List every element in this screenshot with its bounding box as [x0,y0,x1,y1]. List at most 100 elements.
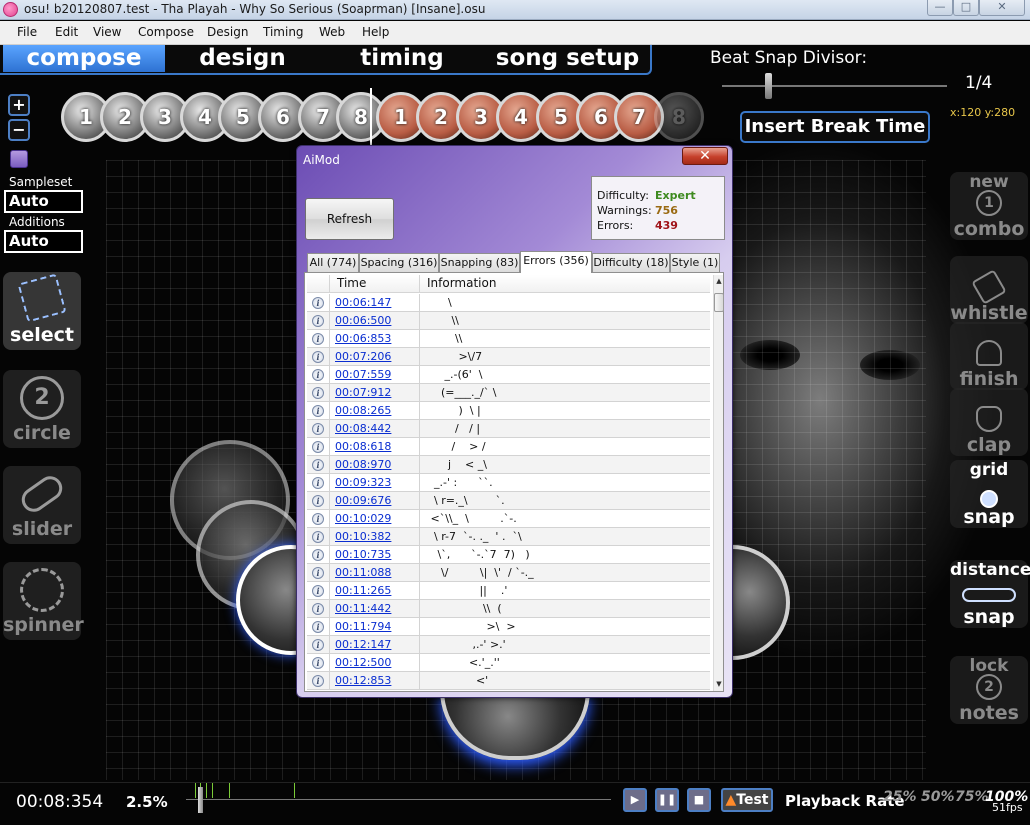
beat-snap-slider-track[interactable] [722,85,947,87]
song-progress-track[interactable] [186,799,611,800]
toggle-finish[interactable]: finish [950,322,1028,390]
table-row[interactable]: i 00:08:970 j < _\ [307,456,710,474]
tool-slider[interactable]: slider [3,466,81,544]
table-row[interactable]: i 00:11:265 || .' [307,582,710,600]
menu-compose[interactable]: Compose [138,25,194,39]
tab-difficulty[interactable]: Difficulty (18) [592,253,670,272]
refresh-button[interactable]: Refresh [305,198,394,240]
tab-spacing[interactable]: Spacing (316) [359,253,439,272]
test-button[interactable]: ▲Test [721,788,773,812]
row-time-link[interactable]: 00:12:147 [335,638,391,651]
toggle-whistle[interactable]: whistle [950,256,1028,324]
sampleset-dropdown[interactable]: Auto [4,190,83,213]
tab-compose[interactable]: compose [3,45,165,72]
song-progress-thumb[interactable] [197,787,203,813]
tab-snapping[interactable]: Snapping (83) [439,253,520,272]
table-row[interactable]: i 00:10:029 <`\\_ \ .`-. [307,510,710,528]
row-time-link[interactable]: 00:12:853 [335,674,391,687]
row-time-link[interactable]: 00:10:382 [335,530,391,543]
table-row[interactable]: i 00:06:147 \ [307,294,710,312]
row-time-link[interactable]: 00:11:442 [335,602,391,615]
table-row[interactable]: i 00:10:382 \ r-7 `-. ._ ' . `\ [307,528,710,546]
table-row[interactable]: i 00:11:088 \/ \| \' / `-._ [307,564,710,582]
toggle-lock-notes[interactable]: lock 2 notes [950,656,1028,724]
row-time-link[interactable]: 00:09:323 [335,476,391,489]
row-time-link[interactable]: 00:06:500 [335,314,391,327]
tab-song-setup[interactable]: song setup [485,45,650,72]
row-time-link[interactable]: 00:11:265 [335,584,391,597]
row-time-link[interactable]: 00:10:029 [335,512,391,525]
tab-timing[interactable]: timing [322,45,482,72]
row-time-link[interactable]: 00:06:147 [335,296,391,309]
close-window-button[interactable]: ✕ [979,0,1025,16]
row-time-link[interactable]: 00:07:206 [335,350,391,363]
beat-snap-slider-thumb[interactable] [765,73,772,99]
column-header-information[interactable]: Information [427,276,496,290]
insert-break-time-button[interactable]: Insert Break Time [740,111,930,143]
tool-spinner[interactable]: spinner [3,562,84,640]
menu-design[interactable]: Design [207,25,248,39]
menu-edit[interactable]: Edit [55,25,78,39]
row-time-link[interactable]: 00:06:853 [335,332,391,345]
toggle-distance-snap[interactable]: distance snap [950,560,1030,628]
table-row[interactable]: i 00:07:912 (=___._/` \ [307,384,710,402]
maximize-button[interactable]: □ [953,0,979,16]
additions-dropdown[interactable]: Auto [4,230,83,253]
row-time-link[interactable]: 00:07:559 [335,368,391,381]
table-row[interactable]: i 00:09:323 _.-' : ``. [307,474,710,492]
table-row[interactable]: i 00:12:853 <' [307,672,710,690]
table-row[interactable]: i 00:06:500 \\ [307,312,710,330]
pause-button[interactable]: ❚❚ [655,788,679,812]
row-time-link[interactable]: 00:08:618 [335,440,391,453]
toggle-grid-snap[interactable]: grid snap [950,460,1028,528]
play-button[interactable]: ▶ [623,788,647,812]
row-time-link[interactable]: 00:07:912 [335,386,391,399]
toggle-new-combo[interactable]: new 1 combo [950,172,1028,240]
table-row[interactable]: i 00:12:147 ,.-' >.' [307,636,710,654]
table-row[interactable]: i 00:06:853 \\ [307,330,710,348]
toggle-clap[interactable]: clap [950,388,1028,456]
stop-button[interactable]: ■ [687,788,711,812]
menu-timing[interactable]: Timing [263,25,304,39]
row-time-link[interactable]: 00:08:265 [335,404,391,417]
table-row[interactable]: i 00:09:676 \ r=._\ `. [307,492,710,510]
tool-circle[interactable]: 2 circle [3,370,81,448]
table-row[interactable]: i 00:11:442 \\ ( [307,600,710,618]
tab-style[interactable]: Style (1) [670,253,720,272]
row-time-link[interactable]: 00:10:735 [335,548,391,561]
playback-rate-25[interactable]: 25% [883,789,917,805]
hitobject-list-toggle-button[interactable] [10,150,28,168]
zoom-in-button[interactable]: + [8,94,30,116]
menu-help[interactable]: Help [362,25,389,39]
playback-rate-50[interactable]: 50% [921,789,955,805]
table-row[interactable]: i 00:12:500 <.'_.'' [307,654,710,672]
row-time-link[interactable]: 00:12:500 [335,656,391,669]
table-row[interactable]: i 00:07:206 >\/7 [307,348,710,366]
table-row[interactable]: i 00:11:794 >\ > [307,618,710,636]
table-row[interactable]: i 00:10:735 \`, `-.`7 7) ) [307,546,710,564]
issues-scrollbar[interactable]: ▲ ▼ [713,275,724,691]
scroll-up-icon[interactable]: ▲ [715,276,723,286]
row-time-link[interactable]: 00:08:442 [335,422,391,435]
menu-view[interactable]: View [93,25,121,39]
minimize-button[interactable]: — [927,0,953,16]
menu-web[interactable]: Web [319,25,345,39]
tab-all[interactable]: All (774) [307,253,359,272]
tab-design[interactable]: design [165,45,320,72]
row-time-link[interactable]: 00:11:794 [335,620,391,633]
row-time-link[interactable]: 00:08:970 [335,458,391,471]
tool-select[interactable]: select [3,272,81,350]
zoom-out-button[interactable]: − [8,119,30,141]
aimod-close-button[interactable]: ✕ [682,147,728,165]
row-time-link[interactable]: 00:09:676 [335,494,391,507]
menu-file[interactable]: File [17,25,37,39]
table-row[interactable]: i 00:08:618 / > / [307,438,710,456]
scroll-down-icon[interactable]: ▼ [715,679,723,689]
table-row[interactable]: i 00:08:265 ) \ | [307,402,710,420]
row-time-link[interactable]: 00:11:088 [335,566,391,579]
scrollbar-thumb[interactable] [714,293,724,312]
playback-rate-75[interactable]: 75% [955,789,989,805]
timeline[interactable]: 1 2 3 4 5 6 7 8 1 2 3 4 5 6 7 8 [56,92,726,146]
tab-errors[interactable]: Errors (356) [520,251,592,273]
column-header-time[interactable]: Time [337,276,366,290]
